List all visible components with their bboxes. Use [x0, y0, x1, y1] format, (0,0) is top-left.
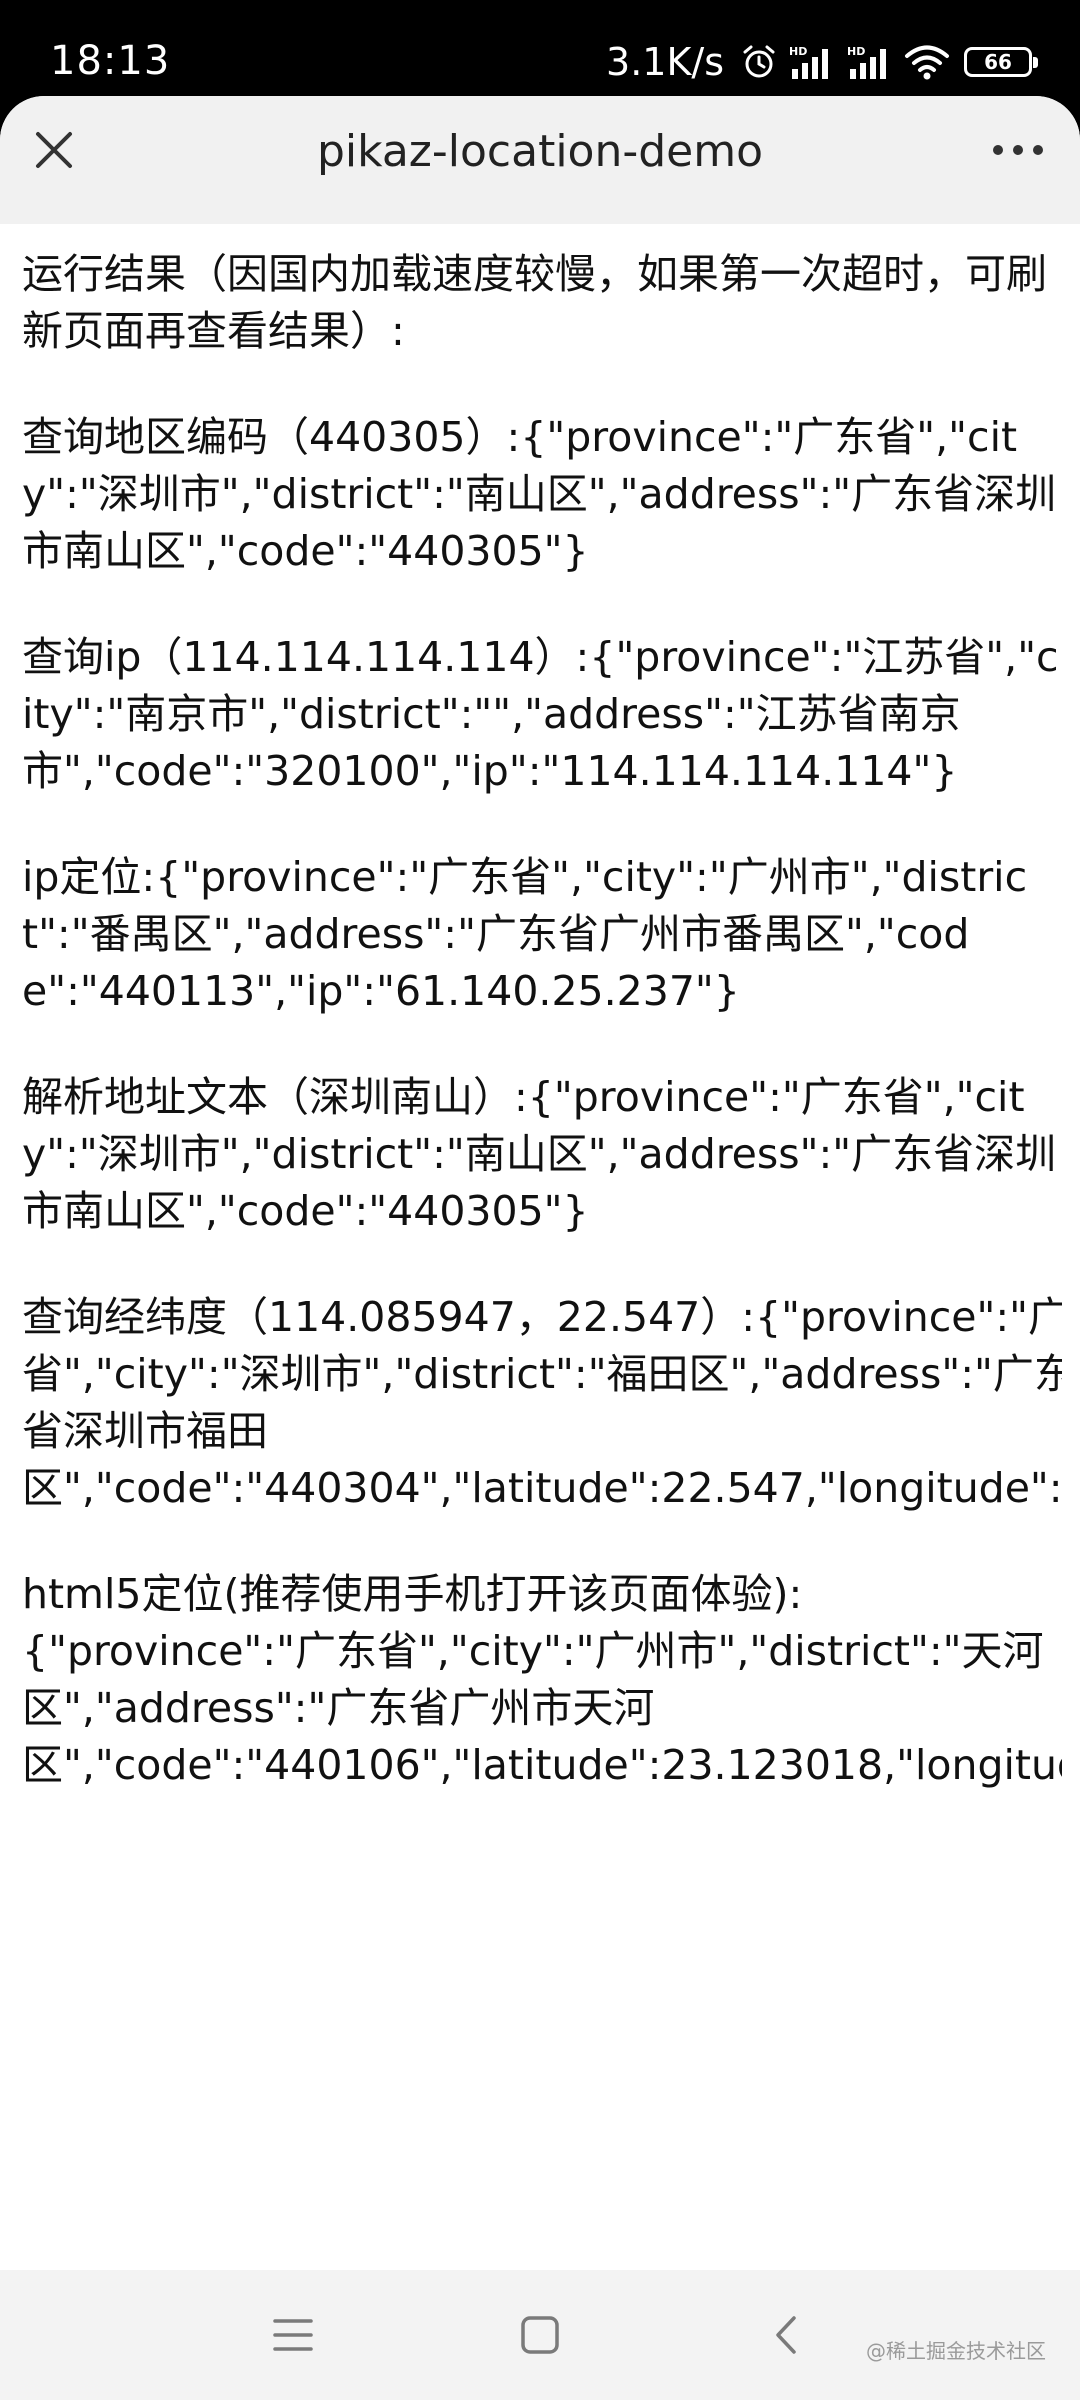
- back-icon: [776, 2316, 796, 2354]
- watermark: @稀土掘金技术社区: [866, 2339, 1046, 2363]
- result-html5-line: html5定位(推荐使用手机打开该页面体验):: [22, 1570, 803, 1618]
- result-latlng-query: 查询经纬度（114.085947，22.547）:{"province":"广东…: [22, 1289, 1062, 1517]
- app-window: pikaz-location-demo 运行结果（因国内加载速度较慢，如果第一次…: [0, 96, 1080, 2400]
- navigation-bar: @稀土掘金技术社区: [0, 2270, 1080, 2400]
- alarm-icon: [740, 43, 778, 81]
- close-icon: [36, 132, 72, 168]
- svg-text:HD: HD: [847, 45, 865, 58]
- result-ip-location: ip定位:{"province":"广东省","city":"广州市","dis…: [22, 853, 1028, 1015]
- wifi-icon: [904, 43, 950, 81]
- result-ip-query: 查询ip（114.114.114.114）:{"province":"江苏省",…: [22, 633, 1059, 795]
- home-icon: [521, 2316, 559, 2354]
- more-button[interactable]: [982, 118, 1054, 182]
- more-icon: [993, 145, 1043, 155]
- status-time: 18:13: [50, 38, 171, 84]
- nav-home-button[interactable]: [505, 2300, 575, 2370]
- result-html5-line: {"province":"广东省","city":"广州市","district…: [22, 1627, 1044, 1675]
- result-latlng-line: 区","code":"440304","latitude":22.547,"lo…: [22, 1464, 1062, 1512]
- svg-text:HD: HD: [789, 45, 807, 58]
- battery-icon: 66: [964, 47, 1038, 77]
- result-html5-line: 区","code":"440106","latitude":23.123018,…: [22, 1741, 1062, 1789]
- result-latlng-line: 省","city":"深圳市","district":"福田区","addres…: [22, 1350, 1062, 1398]
- intro-text: 运行结果（因国内加载速度较慢，如果第一次超时，可刷新页面再查看结果）:: [22, 250, 1047, 355]
- result-address-parse: 解析地址文本（深圳南山）:{"province":"广东省","city":"深…: [22, 1073, 1057, 1235]
- result-latlng-line: 查询经纬度（114.085947，22.547）:{"province":"广东: [22, 1293, 1062, 1341]
- network-speed: 3.1K/s: [606, 40, 724, 84]
- result-content: 运行结果（因国内加载速度较慢，如果第一次超时，可刷新页面再查看结果）: 查询地区…: [22, 246, 1062, 1843]
- result-html5-line: 区","address":"广东省广州市天河: [22, 1684, 655, 1732]
- result-latlng-line: 省深圳市福田: [22, 1407, 268, 1455]
- hd-signal-icon: HD: [788, 43, 836, 81]
- result-html5-location: html5定位(推荐使用手机打开该页面体验): {"province":"广东省"…: [22, 1566, 1062, 1794]
- status-icons: 3.1K/s HD HD 66: [606, 36, 1038, 88]
- page-title: pikaz-location-demo: [316, 126, 764, 177]
- close-button[interactable]: [22, 118, 86, 182]
- menu-icon: [273, 2319, 313, 2351]
- nav-back-button[interactable]: [752, 2300, 822, 2370]
- hd-signal-icon: HD: [846, 43, 894, 81]
- result-region-code: 查询地区编码（440305）:{"province":"广东省","city":…: [22, 413, 1057, 575]
- battery-level: 66: [984, 50, 1012, 74]
- nav-menu-button[interactable]: [258, 2300, 328, 2370]
- title-bar: pikaz-location-demo: [0, 96, 1080, 224]
